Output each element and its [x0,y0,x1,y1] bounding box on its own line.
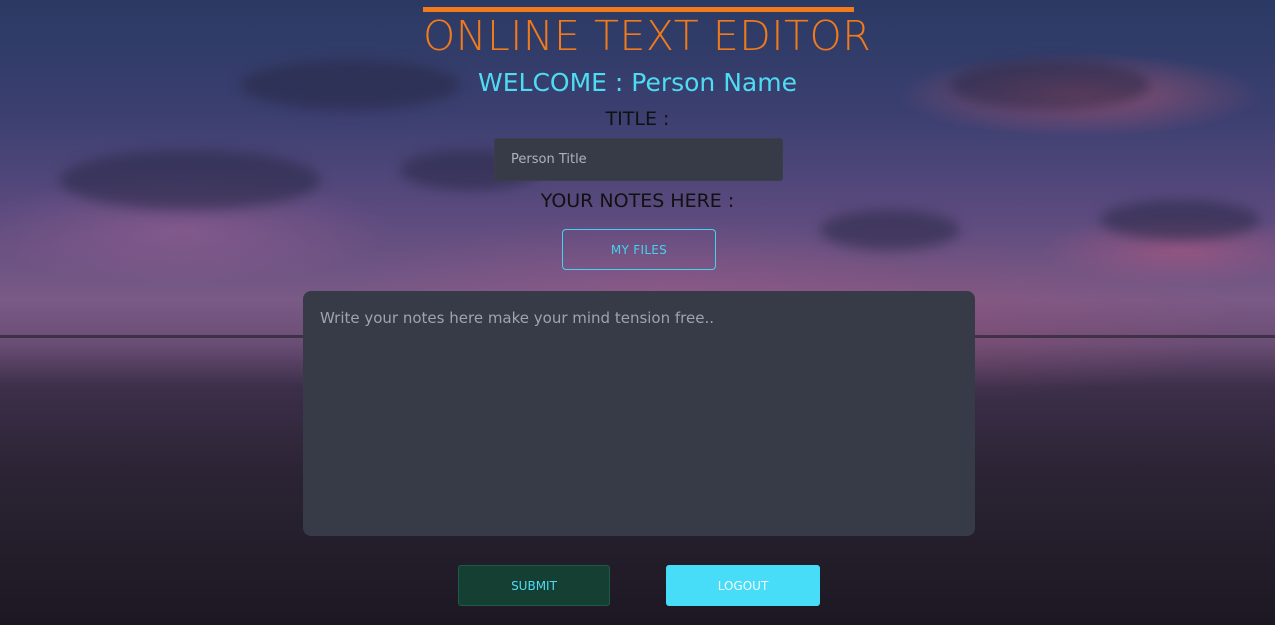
editor-page: ONLINE TEXT EDITOR WELCOME : Person Name… [0,0,1275,625]
logout-button[interactable]: LOGOUT [666,565,820,606]
my-files-button[interactable]: MY FILES [562,229,716,270]
title-input[interactable] [494,138,783,181]
notes-textarea[interactable] [303,291,975,536]
app-title: ONLINE TEXT EDITOR [423,12,872,60]
notes-label: YOUR NOTES HERE : [540,190,735,212]
title-label: TITLE : [605,108,670,130]
welcome-message: WELCOME : Person Name [478,68,797,97]
submit-button[interactable]: SUBMIT [458,565,610,606]
